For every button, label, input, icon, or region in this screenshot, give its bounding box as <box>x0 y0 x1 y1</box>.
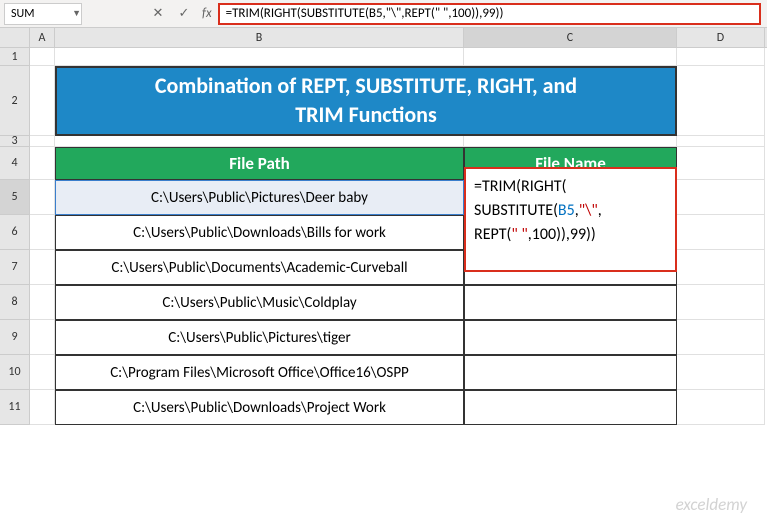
row-header[interactable]: 2 <box>0 66 30 136</box>
col-header-c[interactable]: C <box>464 28 677 47</box>
tok: , <box>598 201 602 220</box>
row-header[interactable]: 10 <box>0 355 30 390</box>
tok: 100 <box>532 225 556 244</box>
cell[interactable] <box>677 355 765 390</box>
name-box[interactable]: SUM ▼ <box>4 3 82 25</box>
cell[interactable] <box>30 66 55 136</box>
cell[interactable] <box>677 180 765 215</box>
cell[interactable] <box>30 250 55 285</box>
cell[interactable] <box>677 390 765 425</box>
cell-b8[interactable]: C:\Users\Public\Music\Coldplay <box>55 285 464 320</box>
cell[interactable] <box>677 66 765 136</box>
row-header[interactable]: 9 <box>0 320 30 355</box>
header-file-path[interactable]: File Path <box>55 147 464 180</box>
tok: 99 <box>570 225 586 244</box>
cell[interactable] <box>677 320 765 355</box>
table-row: 11 C:\Users\Public\Downloads\Project Wor… <box>0 390 767 425</box>
row-header[interactable]: 8 <box>0 285 30 320</box>
tok: )), <box>556 225 570 244</box>
cell-value: C:\Users\Public\Pictures\Deer baby <box>151 189 368 207</box>
table-row: 9 C:\Users\Public\Pictures\tiger <box>0 320 767 355</box>
formula-bar-row: SUM ▼ ✕ ✓ fx =TRIM(RIGHT(SUBSTITUTE(B5,"… <box>0 0 767 28</box>
cell-b11[interactable]: C:\Users\Public\Downloads\Project Work <box>55 390 464 425</box>
fx-icon[interactable]: fx <box>202 6 212 21</box>
cancel-icon[interactable]: ✕ <box>146 3 170 25</box>
enter-icon[interactable]: ✓ <box>172 3 196 25</box>
cell-b10[interactable]: C:\Program Files\Microsoft Office\Office… <box>55 355 464 390</box>
table-row: 8 C:\Users\Public\Music\Coldplay <box>0 285 767 320</box>
formula-bar-input[interactable]: =TRIM(RIGHT(SUBSTITUTE(B5,"\",REPT(" ",1… <box>218 3 761 25</box>
row-header[interactable]: 1 <box>0 48 30 66</box>
tok: )) <box>586 225 596 244</box>
cell[interactable] <box>30 320 55 355</box>
cell[interactable] <box>677 215 765 250</box>
cell[interactable] <box>464 136 677 147</box>
tok: SUBSTITUTE( <box>474 201 558 220</box>
tok: = <box>474 177 482 196</box>
title-line2: TRIM Functions <box>295 101 437 130</box>
title-cell[interactable]: Combination of REPT, SUBSTITUTE, RIGHT, … <box>55 66 677 136</box>
cell[interactable] <box>677 48 765 66</box>
chevron-down-icon[interactable]: ▼ <box>72 8 81 19</box>
tok: B5 <box>558 201 575 220</box>
row-header[interactable]: 6 <box>0 215 30 250</box>
watermark: exceldemy <box>676 494 747 515</box>
cell-b7[interactable]: C:\Users\Public\Documents\Academic-Curve… <box>55 250 464 285</box>
cell[interactable] <box>464 48 677 66</box>
tok: " " <box>511 225 527 244</box>
formula-buttons: ✕ ✓ fx <box>146 3 218 25</box>
cell-b9[interactable]: C:\Users\Public\Pictures\tiger <box>55 320 464 355</box>
tok: "\" <box>579 201 598 220</box>
table-row: 2 Combination of REPT, SUBSTITUTE, RIGHT… <box>0 66 767 136</box>
table-row: 10 C:\Program Files\Microsoft Office\Off… <box>0 355 767 390</box>
name-box-value: SUM <box>11 7 34 21</box>
cell[interactable] <box>30 285 55 320</box>
formula-editing-overlay[interactable]: =TRIM(RIGHT( SUBSTITUTE(B5,"\", REPT(" "… <box>464 167 677 272</box>
row-header[interactable]: 7 <box>0 250 30 285</box>
table-row: 1 <box>0 48 767 66</box>
row-header[interactable]: 3 <box>0 136 30 147</box>
row-header[interactable]: 5 <box>0 180 30 215</box>
table-row: 3 <box>0 136 767 147</box>
cell-c11[interactable] <box>464 390 677 425</box>
cell[interactable] <box>677 147 765 180</box>
row-header[interactable]: 11 <box>0 390 30 425</box>
col-header-d[interactable]: D <box>677 28 765 47</box>
cell[interactable] <box>30 390 55 425</box>
col-header-b[interactable]: B <box>55 28 464 47</box>
cell[interactable] <box>55 136 464 147</box>
tok: RIGHT( <box>521 177 566 196</box>
cell-c8[interactable] <box>464 285 677 320</box>
col-header-a[interactable]: A <box>30 28 55 47</box>
select-all-corner[interactable] <box>0 28 30 47</box>
cell[interactable] <box>30 147 55 180</box>
cell-c10[interactable] <box>464 355 677 390</box>
cell[interactable] <box>677 285 765 320</box>
cell-b6[interactable]: C:\Users\Public\Downloads\Bills for work <box>55 215 464 250</box>
cell[interactable] <box>677 250 765 285</box>
formula-bar-text: =TRIM(RIGHT(SUBSTITUTE(B5,"\",REPT(" ",1… <box>226 6 504 21</box>
cell[interactable] <box>30 215 55 250</box>
cell[interactable] <box>677 136 765 147</box>
cell[interactable] <box>30 48 55 66</box>
cell[interactable] <box>30 180 55 215</box>
cell[interactable] <box>30 136 55 147</box>
cell-b5[interactable]: C:\Users\Public\Pictures\Deer baby <box>55 180 464 215</box>
cell-c9[interactable] <box>464 320 677 355</box>
column-headers: A B C D <box>0 28 767 48</box>
row-header[interactable]: 4 <box>0 147 30 180</box>
tok: REPT( <box>474 225 511 244</box>
cell[interactable] <box>55 48 464 66</box>
spreadsheet-grid: A B C D 1 2 Combination of REPT, SUBSTIT… <box>0 28 767 425</box>
cell[interactable] <box>30 355 55 390</box>
tok: TRIM( <box>482 177 521 196</box>
title-line1: Combination of REPT, SUBSTITUTE, RIGHT, … <box>155 72 577 101</box>
